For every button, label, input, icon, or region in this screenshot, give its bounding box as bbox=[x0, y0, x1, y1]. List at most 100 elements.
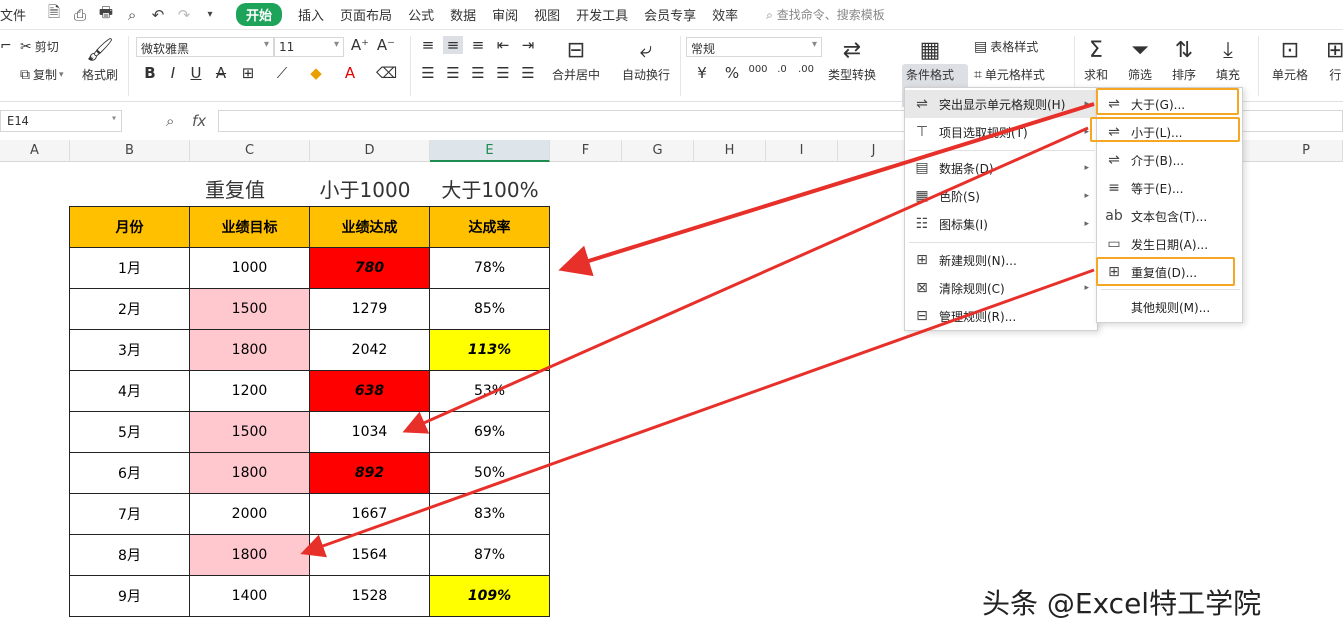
print-icon[interactable]: 🖶 bbox=[96, 3, 116, 25]
table-cell[interactable]: 1500 bbox=[189, 288, 310, 330]
export-icon[interactable]: ⎙ bbox=[70, 5, 90, 25]
header-target[interactable]: 业绩目标 bbox=[189, 206, 310, 248]
tab-formulas[interactable]: 公式 bbox=[408, 5, 434, 24]
increase-decimal-icon[interactable]: .0 bbox=[772, 64, 792, 75]
sum-button[interactable]: Σ 求和 bbox=[1084, 36, 1108, 83]
tab-member[interactable]: 会员专享 bbox=[644, 5, 696, 24]
align-middle-icon[interactable]: ≡ bbox=[443, 36, 463, 54]
column-header[interactable]: G bbox=[622, 140, 694, 162]
increase-font-icon[interactable]: A⁺ bbox=[350, 36, 370, 54]
decrease-decimal-icon[interactable]: .00 bbox=[796, 64, 816, 75]
fill-pattern-icon[interactable]: ⟋ bbox=[272, 64, 292, 82]
cell-style-button[interactable]: ⌗ 单元格样式 bbox=[974, 66, 1045, 83]
paste-partial[interactable]: ⌐ bbox=[0, 38, 15, 54]
table-cell[interactable]: 113% bbox=[429, 329, 550, 371]
table-cell[interactable]: 78% bbox=[429, 247, 550, 289]
italic-icon[interactable]: I bbox=[163, 64, 183, 82]
clear-format-icon[interactable]: ⌫ bbox=[376, 64, 397, 82]
table-cell[interactable]: 1月 bbox=[69, 247, 190, 289]
table-cell[interactable]: 3月 bbox=[69, 329, 190, 371]
tab-efficiency[interactable]: 效率 bbox=[712, 5, 738, 24]
table-cell[interactable]: 53% bbox=[429, 370, 550, 412]
table-cell[interactable]: 1000 bbox=[189, 247, 310, 289]
font-color-icon[interactable]: A bbox=[340, 64, 360, 82]
table-cell[interactable]: 85% bbox=[429, 288, 550, 330]
table-cell[interactable]: 50% bbox=[429, 452, 550, 494]
indent-decrease-icon[interactable]: ⇤ bbox=[493, 36, 513, 54]
row-col-button[interactable]: ⊞ 行 bbox=[1326, 36, 1343, 83]
column-header-selected[interactable]: E bbox=[430, 140, 550, 162]
undo-icon[interactable]: ↶ bbox=[148, 5, 168, 25]
table-cell[interactable]: 69% bbox=[429, 411, 550, 453]
menu-item-icon-sets[interactable]: ☷ 图标集(I) ▸ bbox=[905, 210, 1097, 238]
save-icon[interactable]: 🗎 bbox=[44, 3, 64, 25]
menu-item-date-occurring[interactable]: ▭ 发生日期(A)... bbox=[1097, 230, 1242, 258]
table-cell[interactable]: 1400 bbox=[189, 575, 310, 617]
align-center-icon[interactable]: ☰ bbox=[443, 64, 463, 82]
tab-page-layout[interactable]: 页面布局 bbox=[340, 5, 392, 24]
table-cell[interactable]: 1800 bbox=[189, 534, 310, 576]
file-menu[interactable]: 文件 bbox=[0, 5, 34, 24]
filter-button[interactable]: ⏷ 筛选 bbox=[1128, 36, 1152, 83]
tab-home[interactable]: 开始 bbox=[236, 3, 283, 26]
copy-button[interactable]: ⧉ 复制 ▾ bbox=[20, 66, 64, 83]
column-header[interactable]: D bbox=[310, 140, 430, 162]
cut-button[interactable]: ✂ 剪切 bbox=[20, 38, 59, 55]
header-month[interactable]: 月份 bbox=[69, 206, 190, 248]
table-cell[interactable]: 1528 bbox=[309, 575, 430, 617]
currency-button[interactable]: ¥ bbox=[692, 64, 712, 82]
table-cell[interactable]: 9月 bbox=[69, 575, 190, 617]
thousands-icon[interactable]: 000 bbox=[748, 64, 768, 75]
align-bottom-icon[interactable]: ≡ bbox=[468, 36, 488, 54]
table-cell[interactable]: 8月 bbox=[69, 534, 190, 576]
menu-item-between[interactable]: ⇌ 介于(B)... bbox=[1097, 146, 1242, 174]
header-achieved[interactable]: 业绩达成 bbox=[309, 206, 430, 248]
table-cell[interactable]: 1500 bbox=[189, 411, 310, 453]
table-cell[interactable]: 5月 bbox=[69, 411, 190, 453]
column-header[interactable]: H bbox=[694, 140, 766, 162]
tab-developer[interactable]: 开发工具 bbox=[576, 5, 628, 24]
table-cell[interactable]: 87% bbox=[429, 534, 550, 576]
table-cell[interactable]: 892 bbox=[309, 452, 430, 494]
customize-icon[interactable]: ▾ bbox=[200, 5, 220, 25]
column-header[interactable]: A bbox=[0, 140, 70, 162]
table-style-button[interactable]: ▤ 表格样式 bbox=[974, 38, 1038, 55]
font-name-select[interactable]: 微软雅黑 ▾ bbox=[136, 37, 274, 57]
bold-icon[interactable]: B bbox=[140, 64, 160, 82]
distribute-icon[interactable]: ☰ bbox=[518, 64, 538, 82]
cell-button[interactable]: ⊡ 单元格 bbox=[1272, 36, 1308, 83]
column-header[interactable]: C bbox=[190, 140, 310, 162]
underline-icon[interactable]: U bbox=[186, 64, 206, 82]
font-size-select[interactable]: 11 ▾ bbox=[274, 37, 344, 57]
align-top-icon[interactable]: ≡ bbox=[418, 36, 438, 54]
table-cell[interactable]: 2月 bbox=[69, 288, 190, 330]
menu-item-top-bottom-rules[interactable]: ⊤ 项目选取规则(T) ▸ bbox=[905, 118, 1097, 146]
table-cell[interactable]: 109% bbox=[429, 575, 550, 617]
table-cell[interactable]: 4月 bbox=[69, 370, 190, 412]
fill-button[interactable]: ⤓ 填充 bbox=[1216, 36, 1240, 83]
menu-item-manage-rules[interactable]: ⊟ 管理规则(R)... bbox=[905, 302, 1097, 330]
conditional-format-button[interactable]: ▦ 条件格式 bbox=[906, 36, 954, 83]
menu-item-text-contains[interactable]: ab 文本包含(T)... bbox=[1097, 202, 1242, 230]
table-cell[interactable]: 1200 bbox=[189, 370, 310, 412]
table-cell[interactable]: 638 bbox=[309, 370, 430, 412]
column-header[interactable]: F bbox=[550, 140, 622, 162]
menu-item-color-scales[interactable]: ▦ 色阶(S) ▸ bbox=[905, 182, 1097, 210]
column-header[interactable]: B bbox=[70, 140, 190, 162]
name-box[interactable]: E14 ▾ bbox=[0, 110, 122, 132]
align-right-icon[interactable]: ☰ bbox=[468, 64, 488, 82]
tab-review[interactable]: 审阅 bbox=[492, 5, 518, 24]
fx-icon[interactable]: fx bbox=[192, 112, 206, 130]
table-cell[interactable]: 1800 bbox=[189, 452, 310, 494]
command-search[interactable]: ⌕ 查找命令、搜索模板 bbox=[766, 6, 885, 23]
table-cell[interactable]: 1564 bbox=[309, 534, 430, 576]
redo-icon[interactable]: ↷ bbox=[174, 5, 194, 25]
percent-button[interactable]: % bbox=[722, 64, 742, 82]
tab-insert[interactable]: 插入 bbox=[298, 5, 324, 24]
number-format-select[interactable]: 常规 ▾ bbox=[686, 37, 822, 57]
table-cell[interactable]: 780 bbox=[309, 247, 430, 289]
table-cell[interactable]: 1279 bbox=[309, 288, 430, 330]
table-cell[interactable]: 2000 bbox=[189, 493, 310, 535]
column-header[interactable]: J bbox=[838, 140, 910, 162]
menu-item-clear-rules[interactable]: ⊠ 清除规则(C) ▸ bbox=[905, 274, 1097, 302]
